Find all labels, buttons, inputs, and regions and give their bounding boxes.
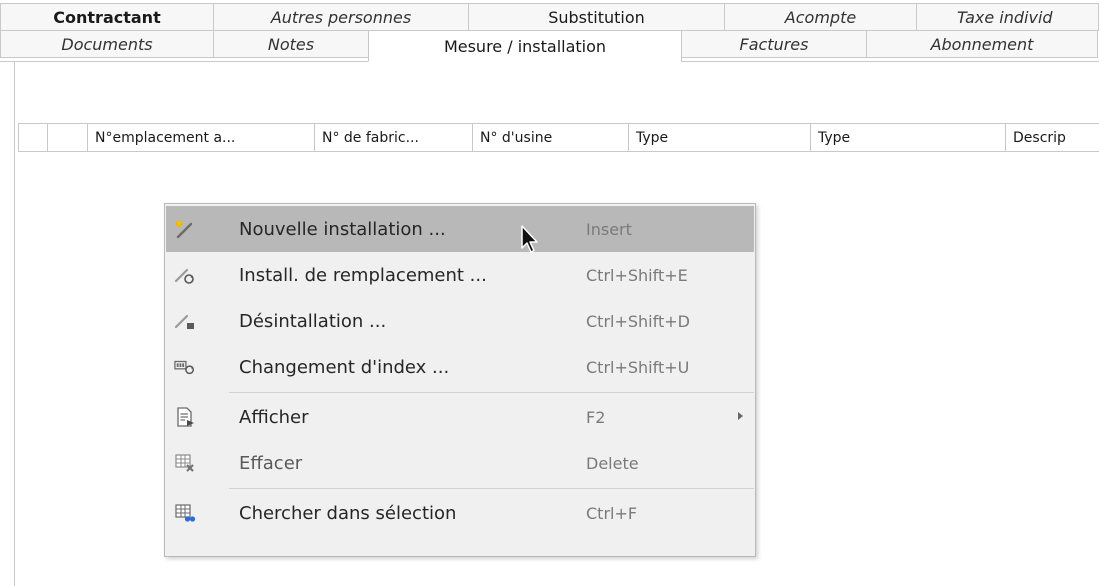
column-header-type-1[interactable]: Type <box>629 124 811 152</box>
tab-contractant[interactable]: Contractant <box>0 3 214 31</box>
tab-documents[interactable]: Documents <box>0 30 214 58</box>
column-header-usine[interactable]: N° d'usine <box>473 124 629 152</box>
menu-separator <box>229 392 754 393</box>
display-icon <box>174 407 196 427</box>
menu-item-replacement-installation[interactable]: Install. de remplacement ... Ctrl+Shift+… <box>166 252 754 298</box>
delete-icon <box>174 453 196 473</box>
mouse-cursor-icon <box>520 224 542 260</box>
tab-notes[interactable]: Notes <box>213 30 369 58</box>
menu-item-search-selection[interactable]: Chercher dans sélection Ctrl+F <box>166 490 754 536</box>
menu-item-label: Nouvelle installation ... <box>239 218 446 240</box>
menu-item-shortcut: Insert <box>586 219 632 239</box>
menu-item-shortcut: Ctrl+Shift+D <box>586 311 690 331</box>
column-header-emplacement[interactable]: N°emplacement a... <box>88 124 315 152</box>
column-header-select[interactable] <box>48 124 88 152</box>
menu-item-shortcut: Delete <box>586 453 639 473</box>
menu-item-label: Effacer <box>239 452 303 474</box>
menu-item-shortcut: Ctrl+Shift+U <box>586 357 690 377</box>
tab-row-1: Contractant Autres personnes Substitutio… <box>0 3 1099 33</box>
context-menu: Nouvelle installation ... Insert Install… <box>164 203 756 557</box>
replacement-installation-icon <box>174 265 196 285</box>
tab-abonnement[interactable]: Abonnement <box>866 30 1098 58</box>
new-installation-icon <box>174 219 196 239</box>
menu-item-index-change[interactable]: Changement d'index ... Ctrl+Shift+U <box>166 344 754 390</box>
menu-item-label: Chercher dans sélection <box>239 502 457 524</box>
menu-separator <box>229 488 754 489</box>
menu-item-uninstall[interactable]: Désintallation ... Ctrl+Shift+D <box>166 298 754 344</box>
tab-row-2: Documents Notes Mesure / installation Fa… <box>0 30 1098 62</box>
menu-item-new-installation[interactable]: Nouvelle installation ... Insert <box>166 206 754 252</box>
column-header-type-2[interactable]: Type <box>811 124 1006 152</box>
menu-item-shortcut: Ctrl+Shift+E <box>586 265 688 285</box>
tab-autres-personnes[interactable]: Autres personnes <box>213 3 469 31</box>
menu-item-label: Changement d'index ... <box>239 356 450 378</box>
menu-item-shortcut: Ctrl+F <box>586 503 638 523</box>
submenu-arrow-icon <box>738 412 743 420</box>
column-header-description[interactable]: Descrip <box>1006 124 1099 152</box>
menu-item-shortcut: F2 <box>586 407 606 427</box>
column-header-indicator[interactable] <box>18 124 48 152</box>
tab-factures[interactable]: Factures <box>681 30 867 58</box>
menu-item-delete[interactable]: Effacer Delete <box>166 440 754 486</box>
tab-mesure-installation[interactable]: Mesure / installation <box>368 30 682 62</box>
menu-item-label: Afficher <box>239 406 309 428</box>
menu-item-label: Install. de remplacement ... <box>239 264 487 286</box>
application-window: Contractant Autres personnes Substitutio… <box>0 0 1099 586</box>
tab-acompte[interactable]: Acompte <box>724 3 917 31</box>
index-change-icon <box>174 357 196 377</box>
search-selection-icon <box>174 503 196 523</box>
menu-item-display[interactable]: Afficher F2 <box>166 394 754 440</box>
tab-taxe-individuelle[interactable]: Taxe individ <box>916 3 1099 31</box>
uninstall-icon <box>174 311 196 331</box>
menu-item-label: Désintallation ... <box>239 310 387 332</box>
grid-header: N°emplacement a... N° de fabric... N° d'… <box>18 123 1099 152</box>
column-header-fabricant[interactable]: N° de fabric... <box>315 124 473 152</box>
tab-substitution[interactable]: Substitution <box>468 3 725 31</box>
